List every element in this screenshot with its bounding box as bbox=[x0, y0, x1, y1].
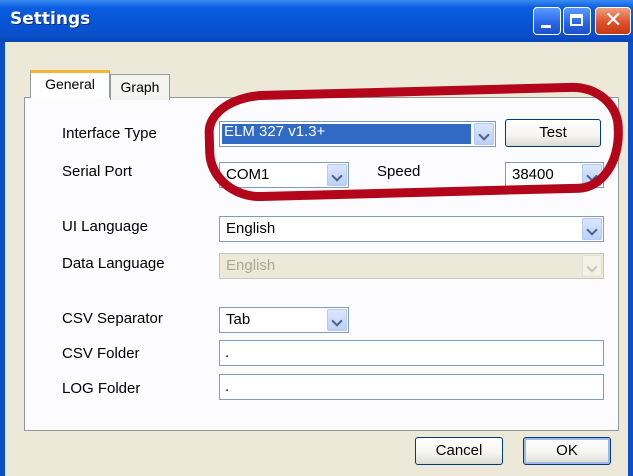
speed-value: 38400 bbox=[512, 166, 554, 183]
chevron-down-icon[interactable] bbox=[582, 164, 602, 186]
cancel-button[interactable]: Cancel bbox=[415, 437, 503, 465]
interface-type-label: Interface Type bbox=[62, 125, 157, 142]
csv-folder-input[interactable]: . bbox=[219, 340, 604, 366]
window-title: Settings bbox=[10, 9, 91, 29]
csv-folder-label: CSV Folder bbox=[62, 345, 140, 362]
window-border-left bbox=[0, 42, 5, 476]
ui-language-label: UI Language bbox=[62, 218, 148, 235]
chevron-down-icon[interactable] bbox=[582, 218, 602, 240]
close-button[interactable]: ✕ bbox=[595, 7, 631, 35]
close-icon: ✕ bbox=[604, 8, 623, 33]
minimize-button[interactable] bbox=[533, 7, 561, 35]
data-language-value: English bbox=[226, 257, 276, 274]
speed-label: Speed bbox=[377, 163, 421, 180]
ui-language-select[interactable]: English bbox=[219, 216, 604, 242]
csv-separator-select[interactable]: Tab bbox=[219, 307, 349, 333]
ui-language-value: English bbox=[226, 220, 276, 237]
csv-folder-value: . bbox=[225, 344, 230, 361]
log-folder-input[interactable]: . bbox=[219, 374, 604, 400]
test-button[interactable]: Test bbox=[505, 119, 601, 147]
maximize-button[interactable] bbox=[563, 7, 591, 35]
serial-port-select[interactable]: COM1 bbox=[219, 162, 349, 188]
chevron-down-icon bbox=[582, 255, 602, 277]
data-language-label: Data Language bbox=[62, 255, 165, 272]
maximize-icon bbox=[570, 14, 583, 26]
serial-port-label: Serial Port bbox=[62, 163, 133, 180]
chevron-down-icon[interactable] bbox=[327, 164, 347, 186]
serial-port-value: COM1 bbox=[226, 166, 270, 183]
log-folder-label: LOG Folder bbox=[62, 380, 141, 397]
tab-general[interactable]: General bbox=[30, 70, 110, 98]
chevron-down-icon[interactable] bbox=[474, 123, 494, 145]
data-language-select: English bbox=[219, 253, 604, 279]
chevron-down-icon[interactable] bbox=[327, 309, 347, 331]
window-border-right bbox=[628, 42, 633, 476]
tab-graph[interactable]: Graph bbox=[110, 74, 170, 100]
title-bar[interactable]: Settings ✕ bbox=[0, 0, 633, 42]
log-folder-value: . bbox=[225, 378, 230, 395]
interface-type-select[interactable]: ELM 327 v1.3+ bbox=[219, 121, 496, 147]
speed-select[interactable]: 38400 bbox=[505, 162, 604, 188]
ok-button[interactable]: OK bbox=[523, 437, 611, 465]
csv-separator-label: CSV Separator bbox=[62, 310, 163, 327]
minimize-icon bbox=[541, 25, 551, 28]
interface-type-value: ELM 327 v1.3+ bbox=[224, 123, 326, 140]
csv-separator-value: Tab bbox=[226, 311, 251, 328]
